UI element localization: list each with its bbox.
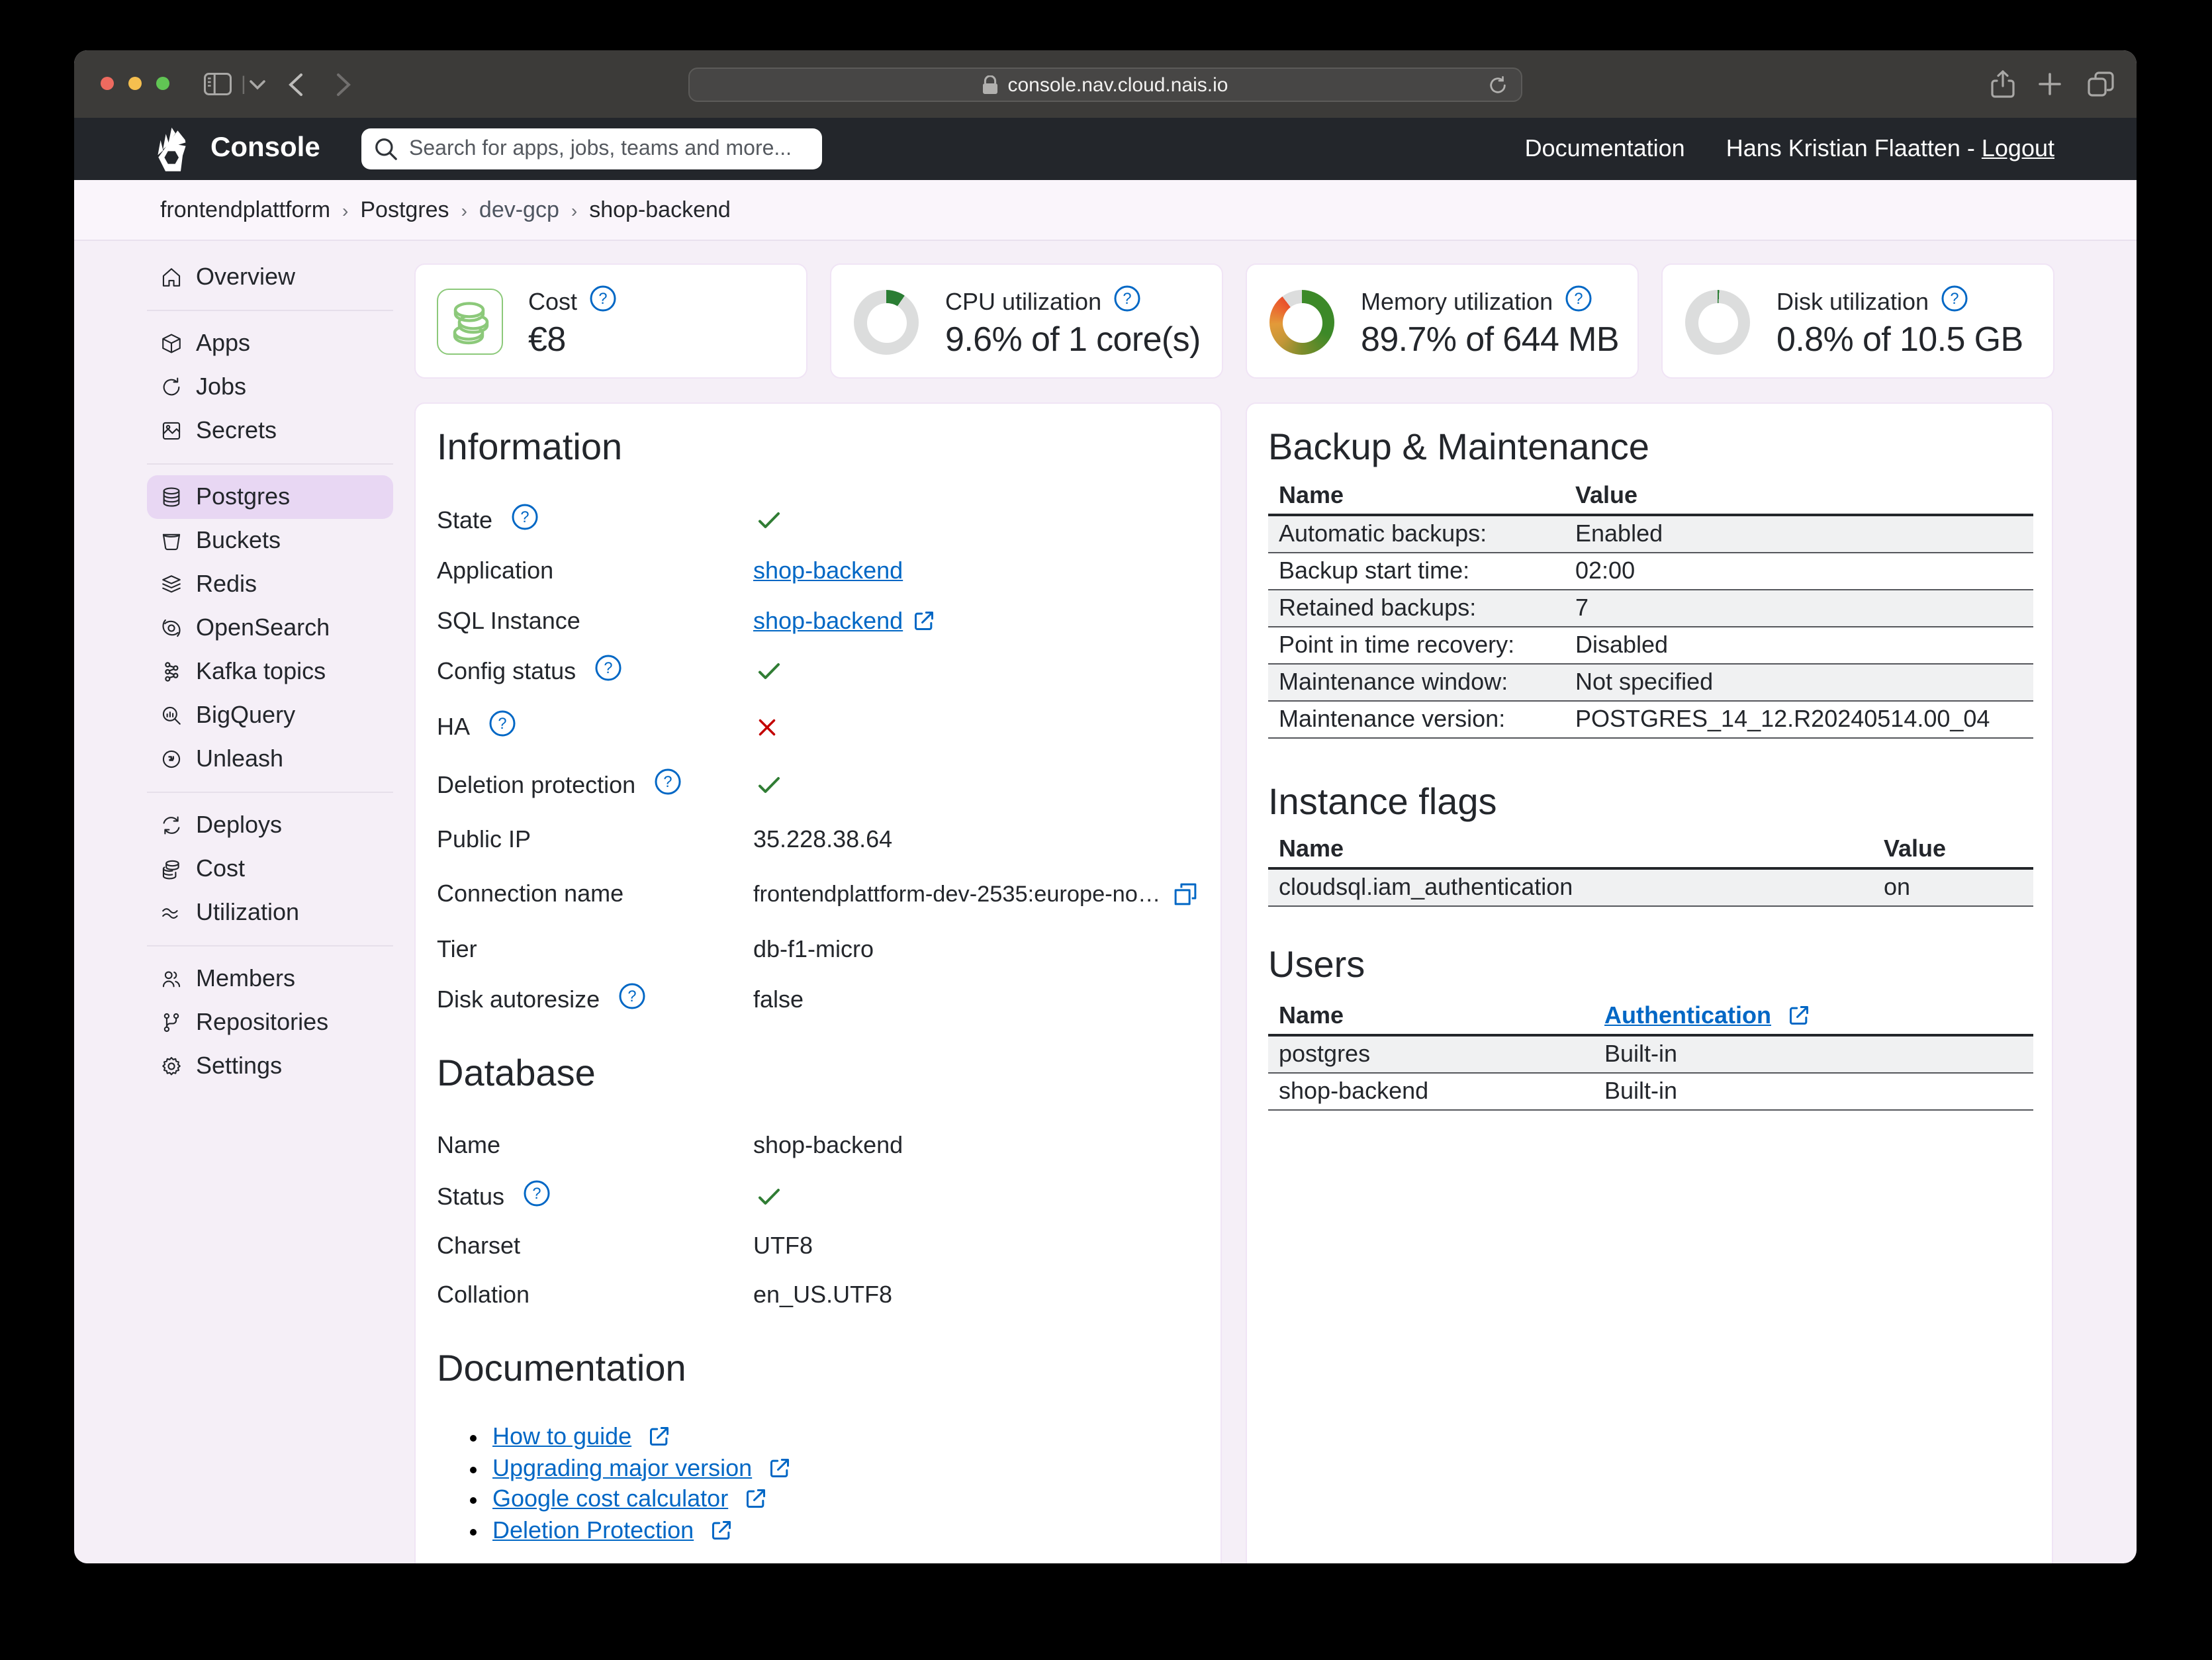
- svg-text:?: ?: [628, 988, 637, 1005]
- svg-text:?: ?: [598, 291, 607, 308]
- svg-text:?: ?: [532, 1185, 541, 1203]
- svg-text:?: ?: [1123, 291, 1132, 308]
- svg-text:?: ?: [498, 715, 506, 733]
- svg-text:?: ?: [1951, 291, 1959, 308]
- svg-text:?: ?: [604, 660, 613, 677]
- svg-text:?: ?: [1575, 291, 1583, 308]
- svg-text:?: ?: [664, 774, 672, 791]
- svg-text:?: ?: [520, 509, 529, 526]
